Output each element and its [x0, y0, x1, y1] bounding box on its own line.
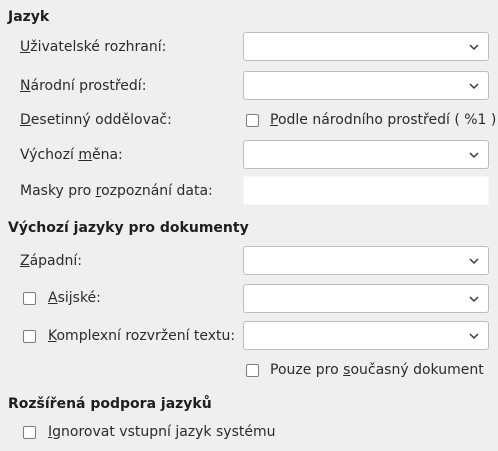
chevron-down-icon [469, 333, 479, 340]
section-heading-default-languages: Výchozí jazyky pro dokumenty [8, 220, 249, 236]
chevron-down-icon [469, 44, 479, 51]
ignore-input-language-label[interactable]: Ignorovat vstupní jazyk systému [48, 424, 275, 440]
date-patterns-input[interactable] [243, 176, 489, 205]
current-document-label[interactable]: Pouze pro současný dokument [270, 362, 484, 378]
section-heading-enhanced-support: Rozšířená podpora jazyků [8, 396, 212, 412]
ctl-label[interactable]: Komplexní rozvržení textu: [48, 328, 235, 344]
locale-dropdown[interactable] [243, 71, 489, 100]
chevron-down-icon [469, 258, 479, 265]
default-currency-label: Výchozí měna: [20, 147, 123, 163]
decimal-locale-checkbox[interactable] [246, 114, 259, 127]
date-patterns-label: Masky pro rozpoznání data: [20, 183, 213, 199]
default-currency-dropdown[interactable] [243, 140, 489, 169]
user-interface-label: Uživatelské rozhraní: [20, 39, 167, 55]
asian-label[interactable]: Asijské: [48, 290, 101, 306]
chevron-down-icon [469, 152, 479, 159]
chevron-down-icon [469, 83, 479, 90]
ctl-checkbox[interactable] [23, 330, 36, 343]
current-document-checkbox[interactable] [246, 364, 259, 377]
ctl-dropdown[interactable] [243, 321, 489, 350]
user-interface-dropdown[interactable] [243, 32, 489, 61]
ignore-input-language-checkbox[interactable] [23, 426, 36, 439]
section-heading-language: Jazyk [8, 9, 50, 25]
locale-label: Národní prostředí: [20, 78, 147, 94]
decimal-locale-checkbox-label[interactable]: Podle národního prostředí ( %1 ) [270, 112, 496, 128]
western-label: Západní: [20, 253, 83, 269]
chevron-down-icon [469, 296, 479, 303]
asian-checkbox[interactable] [23, 292, 36, 305]
western-dropdown[interactable] [243, 246, 489, 275]
decimal-separator-label: Desetinný oddělovač: [20, 112, 172, 128]
asian-dropdown[interactable] [243, 284, 489, 313]
